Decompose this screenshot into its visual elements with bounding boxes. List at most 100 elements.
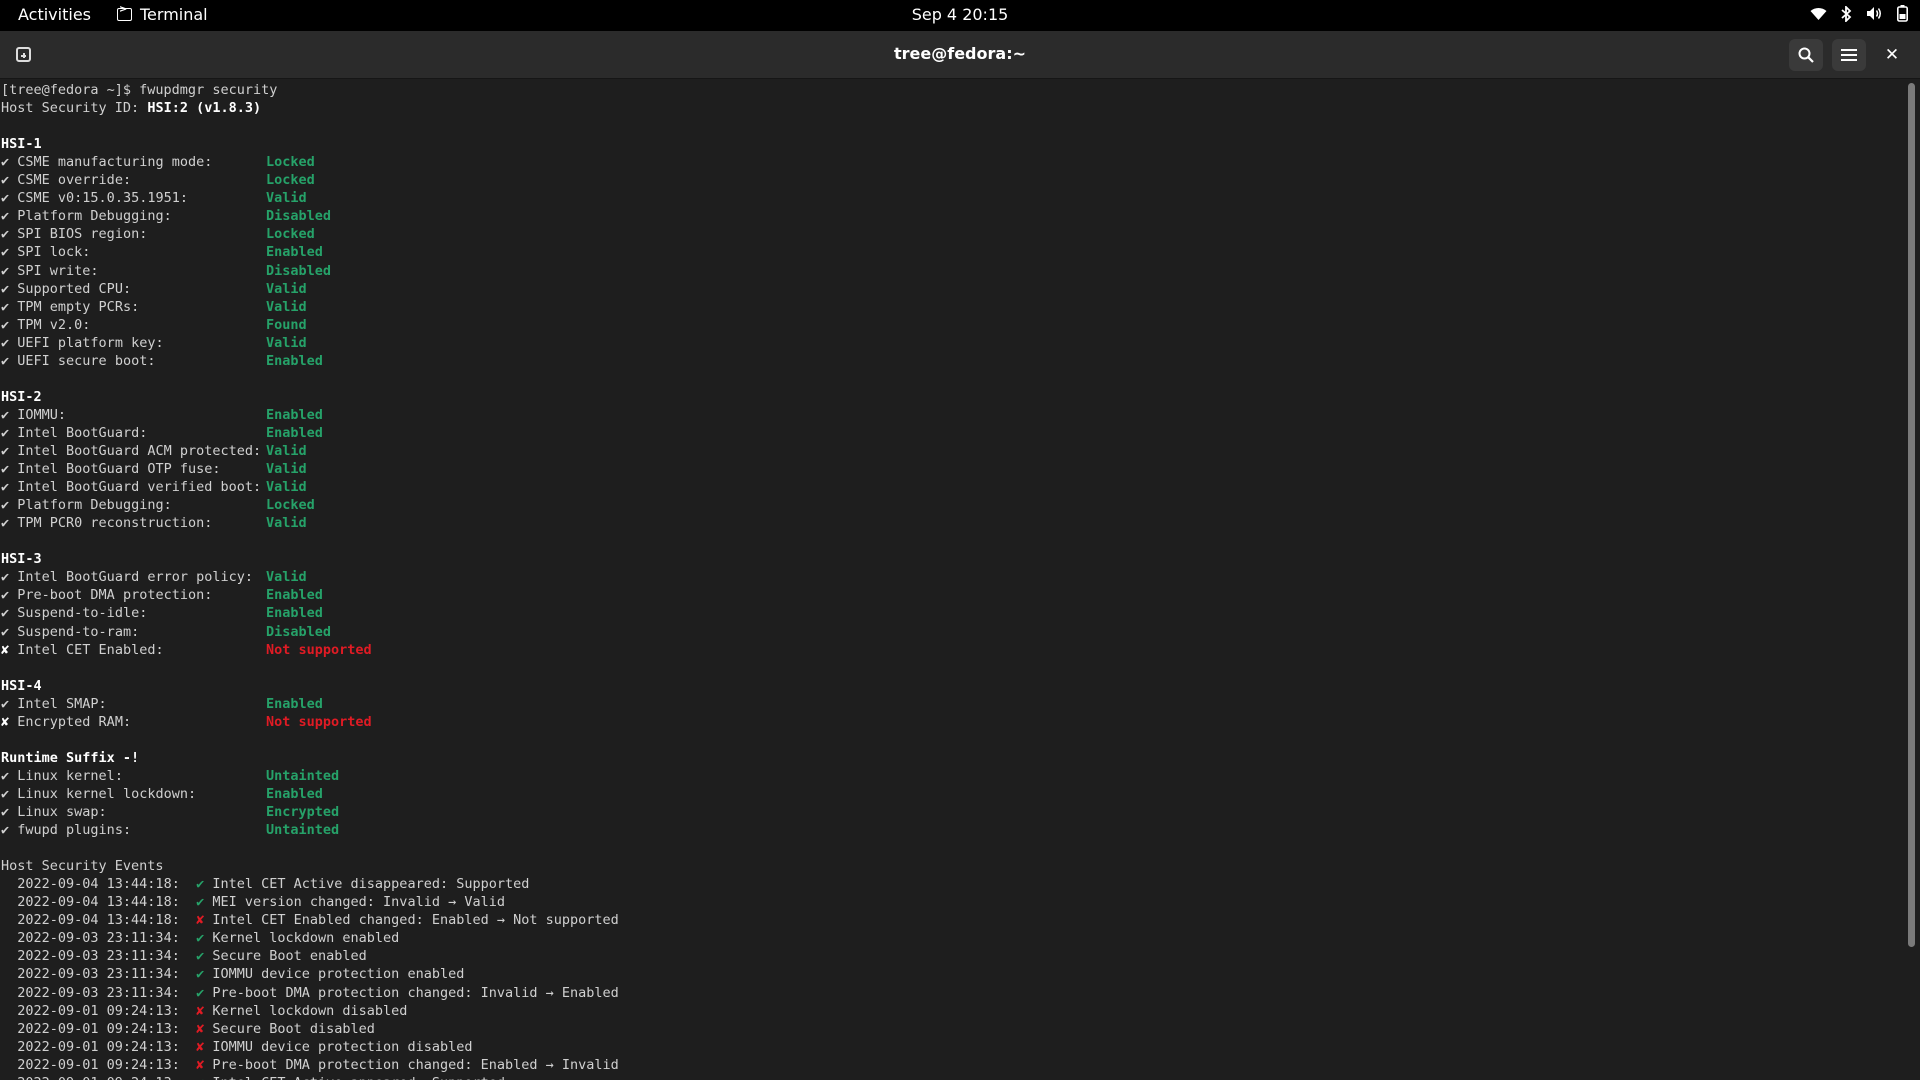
security-attribute-row: ✔ Linux swap: Encrypted — [1, 803, 339, 821]
event-time: 2022-09-04 13:44:18: — [17, 894, 180, 911]
attribute-value: Disabled — [266, 262, 332, 279]
security-attribute-row: ✔ SPI BIOS region: Locked — [1, 225, 315, 243]
attribute-label: CSME override: — [17, 172, 132, 189]
attribute-label: fwupd plugins: — [17, 822, 132, 839]
event-text: IOMMU device protection disabled — [212, 1038, 473, 1055]
close-button[interactable]: ✕ — [1880, 43, 1904, 67]
system-status-area[interactable] — [1810, 5, 1908, 22]
attribute-value: Valid — [266, 334, 307, 351]
attribute-label: Linux swap: — [17, 804, 107, 820]
event-status-mark: ✔ — [196, 894, 205, 911]
section-title: HSI-1 — [1, 136, 42, 153]
clock[interactable]: Sep 4 20:15 — [0, 5, 1920, 24]
security-attribute-row: ✔ IOMMU: Enabled — [1, 406, 323, 424]
security-attribute-row: ✔ UEFI platform key: Valid — [1, 334, 307, 352]
section-title: HSI-4 — [1, 677, 42, 694]
event-time: 2022-09-03 23:11:34: — [17, 930, 180, 947]
event-row: 2022-09-01 09:24:13: ✘ Secure Boot disab… — [1, 1020, 375, 1038]
attribute-label: SPI BIOS region: — [17, 226, 148, 243]
event-row: 2022-09-03 23:11:34: ✔ Secure Boot enabl… — [1, 947, 367, 965]
event-text: Kernel lockdown disabled — [212, 1002, 408, 1019]
attribute-value: Disabled — [266, 208, 332, 225]
event-row: 2022-09-01 09:24:13: ✘ Pre-boot DMA prot… — [1, 1056, 619, 1074]
status-mark: ✔ — [1, 623, 10, 640]
event-time: 2022-09-01 09:24:13: — [17, 1056, 180, 1073]
event-row: 2022-09-03 23:11:34: ✔ Kernel lockdown e… — [1, 929, 399, 947]
attribute-label: Linux kernel lockdown: — [17, 785, 197, 802]
attribute-value: Valid — [266, 515, 307, 532]
status-mark: ✔ — [1, 461, 10, 478]
attribute-value: Valid — [266, 280, 307, 297]
attribute-label: Suspend-to-ram: — [17, 623, 140, 640]
volume-icon — [1867, 7, 1881, 20]
event-time: 2022-09-03 23:11:34: — [17, 948, 180, 965]
attribute-value: Locked — [266, 226, 315, 243]
attribute-value: Valid — [266, 443, 307, 459]
status-mark: ✔ — [1, 298, 10, 315]
security-attribute-row: ✔ TPM empty PCRs: Valid — [1, 298, 307, 316]
attribute-value: Valid — [266, 461, 307, 478]
event-row: 2022-09-04 13:44:18: ✔ MEI version chang… — [1, 893, 505, 911]
security-attribute-row: ✔ Platform Debugging: Locked — [1, 496, 315, 514]
attribute-value: Enabled — [266, 406, 323, 423]
attribute-label: CSME manufacturing mode: — [17, 154, 213, 171]
status-mark: ✔ — [1, 424, 10, 441]
status-mark: ✔ — [1, 785, 10, 802]
hamburger-menu-icon — [1841, 49, 1857, 61]
status-mark: ✔ — [1, 190, 10, 207]
attribute-label: TPM empty PCRs: — [17, 298, 140, 315]
event-row: 2022-09-04 13:44:18: ✔ Intel CET Active … — [1, 875, 529, 893]
event-status-mark: ✘ — [196, 1038, 205, 1055]
event-status-mark: ✔ — [196, 1075, 204, 1080]
security-attribute-row: ✔ Linux kernel lockdown: Enabled — [1, 785, 323, 803]
security-attribute-row: ✔ Platform Debugging: Disabled — [1, 207, 331, 225]
attribute-label: UEFI platform key: — [17, 334, 164, 351]
status-mark: ✔ — [1, 154, 10, 171]
security-attribute-row: ✔ Intel BootGuard ACM protected: Valid — [1, 442, 307, 460]
event-time: 2022-09-04 13:44:18: — [17, 912, 180, 929]
terminal-scrollbar[interactable] — [1908, 83, 1915, 947]
security-attribute-row: ✔ Intel BootGuard: Enabled — [1, 424, 323, 442]
attribute-label: Intel BootGuard ACM protected: — [17, 443, 262, 459]
section-title: HSI-2 — [1, 388, 42, 405]
system-top-bar: Activities Terminal Sep 4 20:15 — [0, 0, 1920, 31]
window-title: tree@fedora:~ — [894, 44, 1026, 63]
attribute-label: Intel CET Enabled: — [17, 641, 164, 658]
status-mark: ✔ — [1, 208, 10, 225]
status-mark: ✔ — [1, 767, 10, 784]
host-id-value: HSI:2 (v1.8.3) — [147, 100, 262, 116]
event-text: Secure Boot enabled — [212, 948, 367, 965]
events-title: Host Security Events — [1, 858, 164, 875]
status-mark: ✔ — [1, 822, 10, 839]
terminal-output[interactable]: [tree@fedora ~]$ fwupdmgr security Host … — [0, 79, 1906, 1080]
event-status-mark: ✘ — [196, 1020, 205, 1037]
status-mark: ✔ — [1, 280, 10, 297]
status-mark: ✔ — [1, 406, 10, 423]
status-mark: ✔ — [1, 244, 10, 261]
event-time: 2022-09-01 09:24:13: — [17, 1002, 180, 1019]
section-heading: HSI-4 — [1, 677, 42, 695]
status-mark: ✔ — [1, 515, 10, 532]
security-attribute-row: ✔ SPI write: Disabled — [1, 262, 331, 280]
attribute-value: Locked — [266, 497, 315, 514]
host-security-id-line: Host Security ID: HSI:2 (v1.8.3) — [1, 99, 261, 117]
attribute-value: Locked — [266, 172, 315, 189]
search-button[interactable] — [1789, 39, 1823, 71]
attribute-label: SPI lock: — [17, 244, 91, 261]
attribute-label: IOMMU: — [17, 406, 67, 423]
event-time: 2022-09-03 23:11:34: — [17, 966, 180, 983]
event-time: 2022-09-04 13:44:18: — [17, 876, 180, 893]
window-headerbar: tree@fedora:~ ✕ — [0, 31, 1920, 79]
attribute-label: Platform Debugging: — [17, 208, 172, 225]
main-menu-button[interactable] — [1832, 39, 1866, 71]
event-text: Intel CET Enabled changed: Enabled → Not… — [212, 912, 619, 929]
bluetooth-icon — [1841, 5, 1852, 22]
security-attribute-row: ✔ Linux kernel: Untainted — [1, 767, 339, 785]
attribute-value: Enabled — [266, 785, 323, 802]
security-attribute-row: ✔ UEFI secure boot: Enabled — [1, 352, 323, 370]
event-status-mark: ✔ — [196, 984, 205, 1001]
status-mark: ✔ — [1, 352, 10, 369]
event-time: 2022-09-03 23:11:34: — [17, 984, 180, 1001]
section-heading: HSI-2 — [1, 388, 42, 406]
wifi-icon — [1810, 7, 1827, 20]
